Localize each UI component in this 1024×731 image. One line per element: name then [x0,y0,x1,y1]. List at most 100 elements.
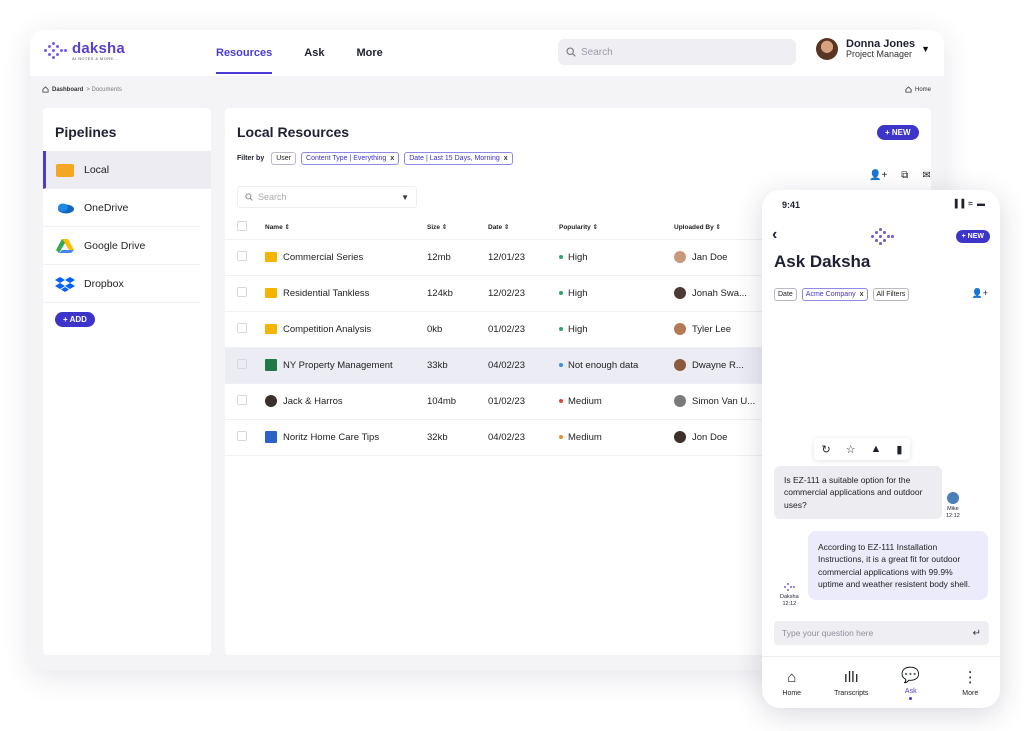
user-menu[interactable]: Donna Jones Project Manager ▼ [816,38,930,60]
file-size: 124kb [427,275,488,312]
refresh-icon[interactable]: ↻ [821,443,830,456]
row-checkbox[interactable] [237,358,247,369]
table-row[interactable]: Jack & Harros 104mb 01/02/23 Medium Simon Va… [225,383,785,420]
brand-tagline: AI NOTES & MORE... [72,56,119,61]
home-link[interactable]: Home [905,86,931,93]
more-vertical-icon: ⋮ [962,669,978,686]
search-icon [566,47,576,57]
row-checkbox[interactable] [237,286,247,297]
table-row[interactable]: Residential Tankless 124kb 12/02/23 High Jon… [225,275,785,312]
file-name[interactable]: Competition Analysis [283,324,371,335]
add-user-icon[interactable]: 👤+ [869,170,887,181]
user-message-meta: Mike 12:12 [946,492,960,519]
breadcrumb-current: > Documents [86,86,122,93]
bottom-nav-home[interactable]: ⌂ Home [767,668,817,697]
all-filters-button[interactable]: All Filters [872,288,910,301]
add-user-icon[interactable]: 👤+ [972,288,988,299]
sidebar-item-dropbox[interactable]: Dropbox [43,265,201,303]
col-name[interactable]: Name ⇕ [265,215,427,240]
filter-chip-date[interactable]: Date [774,288,797,301]
file-name[interactable]: Commercial Series [283,252,363,263]
star-icon[interactable]: ☆ [846,443,856,456]
search-input[interactable]: Search [558,39,796,65]
table-row[interactable]: Competition Analysis 0kb 01/02/23 High Tyler… [225,311,785,348]
uploader: Tyler Lee [692,323,732,335]
row-checkbox[interactable] [237,250,247,261]
table-row[interactable]: Noritz Home Care Tips 32kb 04/02/23 Medium J… [225,419,785,456]
filter-bar: Filter by User Content Type | Everything… [237,152,518,165]
row-checkbox[interactable] [237,430,247,441]
breadcrumb: Dashboard > Documents [42,86,122,93]
assistant-message-meta: Daksha 12:12 [780,582,799,607]
col-popularity[interactable]: Popularity ⇕ [559,215,674,240]
file-name[interactable]: Noritz Home Care Tips [283,432,379,443]
breadcrumb-root[interactable]: Dashboard [52,87,83,93]
bottom-nav-ask[interactable]: 💬 Ask [886,666,936,700]
home-link-label: Home [914,86,931,93]
filter-chip-company[interactable]: Acme Company x [801,288,868,301]
caret-down-icon[interactable]: ▼ [921,44,930,54]
send-icon[interactable]: ↵ [973,628,981,639]
document-icon[interactable]: ▮ [896,443,902,456]
col-date[interactable]: Date ⇕ [488,215,559,240]
close-icon[interactable]: x [860,291,864,298]
sidebar-item-onedrive[interactable]: OneDrive [43,189,201,227]
mail-icon[interactable]: ✉ [922,170,930,181]
file-name[interactable]: Residential Tankless [283,288,369,299]
copy-icon[interactable]: ⧉ [901,170,908,181]
new-resource-button[interactable]: + NEW [877,125,919,140]
user-role: Project Manager [846,49,913,60]
question-placeholder: Type your question here [782,628,874,638]
user-message: Is EZ-111 a suitable option for the comm… [774,466,942,519]
popularity-dot-icon [559,398,563,403]
table-search-input[interactable]: Search ▼ [237,186,417,208]
popularity-dot-icon [559,254,563,259]
nav-more[interactable]: More [356,30,382,76]
file-date: 01/02/23 [488,383,559,420]
bottom-nav-transcripts[interactable]: ıllı Transcripts [826,668,876,697]
filter-chip-user[interactable]: User [271,152,297,165]
file-name[interactable]: NY Property Management [283,360,393,371]
file-date: 12/02/23 [488,275,559,312]
nav-ask[interactable]: Ask [304,30,324,76]
close-icon[interactable]: x [504,155,508,162]
phone-filter-bar: Date Acme Company x All Filters [774,288,914,301]
search-placeholder: Search [581,46,613,58]
folder-icon [265,288,277,298]
sidebar-item-label: OneDrive [84,201,129,214]
col-size[interactable]: Size ⇕ [427,215,488,240]
close-icon[interactable]: x [390,155,394,162]
new-chat-button[interactable]: + NEW [955,230,990,243]
table-row[interactable]: Commercial Series 12mb 12/01/23 High Jan Doe [225,239,785,276]
row-checkbox[interactable] [237,322,247,333]
folder-icon [265,252,277,262]
add-pipeline-button[interactable]: + ADD [55,312,95,327]
file-name[interactable]: Jack & Harros [283,396,343,407]
select-all-checkbox[interactable] [237,220,247,231]
nav-resources[interactable]: Resources [216,30,273,76]
uploader: Dwayne R... [692,359,744,371]
question-input[interactable]: Type your question here ↵ [774,621,989,645]
file-size: 0kb [427,311,488,348]
popularity-dot-icon [559,362,563,367]
chat-icon: 💬 [901,666,921,684]
file-size: 33kb [427,347,488,384]
sidebar-item-local[interactable]: Local [43,151,211,189]
back-icon[interactable]: ‹ [772,226,777,244]
chevron-down-icon[interactable]: ▼ [401,193,409,202]
filter-chip-content-type[interactable]: Content Type | Everything x [301,152,400,165]
warning-icon[interactable]: ▲ [871,443,882,455]
file-date: 04/02/23 [488,419,559,456]
popularity-dot-icon [559,434,563,439]
phone-title: Ask Daksha [774,252,871,271]
row-checkbox[interactable] [237,394,247,405]
brand-logo[interactable]: daksha AI NOTES & MORE... [42,40,125,62]
table-row[interactable]: NY Property Management 33kb 04/02/23 Not en… [225,347,785,384]
uploader: Jon Doe [692,431,728,443]
sidebar-item-google-drive[interactable]: Google Drive [43,227,201,265]
home-icon [42,86,49,93]
bottom-nav-more[interactable]: ⋮ More [945,668,995,697]
filter-chip-date[interactable]: Date | Last 15 Days, Morning x [404,152,513,165]
daksha-logo-icon [783,582,796,591]
dropbox-icon [55,276,75,292]
